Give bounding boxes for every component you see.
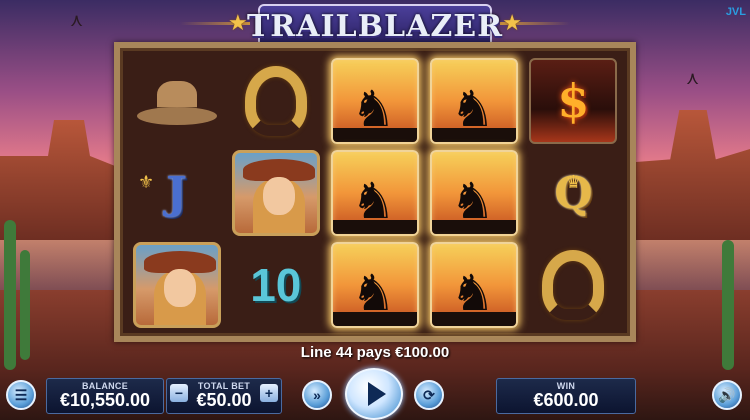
cowgirl-icon	[132, 242, 221, 328]
control-bar: ☰ BALANCE €10,550.00 TOTAL BET €50.00 − …	[0, 368, 750, 420]
symbol-cowboy-hat	[130, 58, 223, 144]
reel-frame: ♞ ♞ $ ⚜ J ♞ ♞ ♛ Q 10 ♞ ♞	[114, 42, 636, 342]
symbol-horse-rider: ♞	[428, 242, 521, 328]
symbol-horse-rider: ♞	[328, 58, 421, 144]
vendor-logo: JVL	[725, 6, 746, 18]
balance-panel: BALANCE €10,550.00	[46, 378, 164, 414]
increase-bet-button[interactable]: +	[260, 384, 278, 402]
symbol-horse-rider: ♞	[428, 150, 521, 236]
fleur-icon: ⚜	[138, 172, 155, 192]
cowgirl-icon	[231, 150, 320, 236]
symbol-letter-q: ♛ Q	[527, 150, 620, 236]
symbol-ten: 10	[229, 242, 322, 328]
letter-j: J	[166, 167, 187, 219]
horse-rider-icon: ♞	[330, 58, 419, 144]
symbol-cowgirl	[229, 150, 322, 236]
sound-button[interactable]: 🔊	[712, 380, 742, 410]
total-bet-value: €50.00	[196, 390, 252, 411]
menu-button[interactable]: ☰	[6, 380, 36, 410]
dollar-icon: $	[529, 58, 618, 144]
decrease-bet-button[interactable]: −	[170, 384, 188, 402]
crown-icon: ♛	[565, 172, 582, 192]
left-mesa	[0, 120, 120, 240]
autoplay-icon: ⟳	[423, 386, 435, 403]
reel-grid: ♞ ♞ $ ⚜ J ♞ ♞ ♛ Q 10 ♞ ♞	[130, 58, 620, 328]
horse-rider-icon: ♞	[330, 150, 419, 236]
horse-rider-icon: ♞	[430, 242, 519, 328]
spin-button[interactable]	[345, 368, 403, 420]
symbol-horseshoe	[527, 242, 620, 328]
symbol-horseshoe	[229, 58, 322, 144]
autoplay-button[interactable]: ⟳	[414, 380, 444, 410]
win-value: €600.00	[533, 390, 599, 411]
horseshoe-icon	[542, 250, 605, 320]
symbol-horse-rider: ♞	[428, 58, 521, 144]
horse-rider-icon: ♞	[330, 242, 419, 328]
symbol-horse-rider: ♞	[328, 242, 421, 328]
symbol-dollar: $	[527, 58, 620, 144]
symbol-horse-rider: ♞	[328, 150, 421, 236]
eagle-icon: ⋏	[70, 10, 84, 30]
speaker-icon: 🔊	[718, 386, 736, 403]
menu-icon: ☰	[14, 386, 28, 403]
horse-rider-icon: ♞	[430, 150, 519, 236]
star-icon: ★	[228, 10, 248, 35]
fast-forward-icon: »	[313, 387, 321, 403]
eagle-icon-right: ⋏	[686, 68, 700, 88]
balance-value: €10,550.00	[59, 390, 151, 411]
ten-icon: 10	[250, 259, 302, 311]
horseshoe-icon	[244, 66, 307, 136]
star-icon: ★	[502, 10, 522, 35]
win-panel: WIN €600.00	[496, 378, 636, 414]
cowboy-hat-icon	[136, 69, 217, 133]
right-mesa	[636, 110, 750, 240]
horse-rider-icon: ♞	[430, 58, 519, 144]
symbol-cowgirl	[130, 242, 223, 328]
play-icon	[367, 382, 386, 406]
symbol-letter-j: ⚜ J	[130, 150, 223, 236]
win-line-message: Line 44 pays €100.00	[300, 344, 450, 361]
turbo-button[interactable]: »	[302, 380, 332, 410]
